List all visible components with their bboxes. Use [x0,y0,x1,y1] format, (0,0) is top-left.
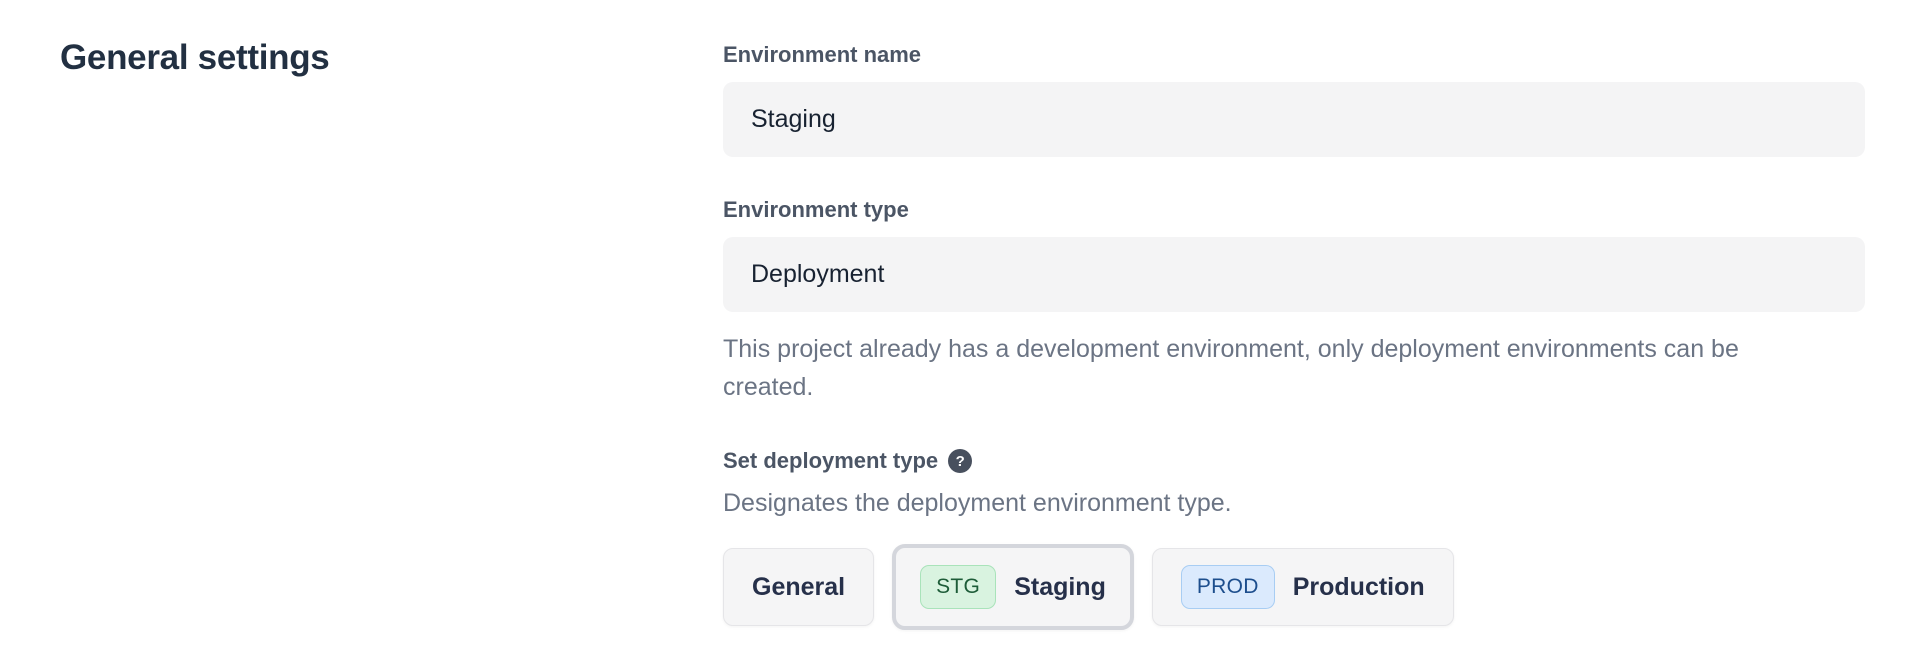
deployment-option-general-label: General [752,573,845,602]
environment-name-group: Environment name [723,42,1865,157]
deployment-option-staging-label: Staging [1014,573,1106,602]
deployment-type-label: Set deployment type [723,448,938,474]
settings-form: Environment name Environment type This p… [723,0,1916,652]
environment-type-label: Environment type [723,197,909,222]
page-title: General settings [60,38,723,78]
deployment-option-production[interactable]: PROD Production [1152,548,1454,626]
question-mark-icon[interactable]: ? [948,449,972,473]
settings-page: General settings Environment name Enviro… [0,0,1916,652]
deployment-option-staging[interactable]: STG Staging [892,544,1134,630]
stg-badge: STG [920,565,996,609]
environment-type-group: Environment type This project already ha… [723,197,1865,406]
environment-type-input[interactable] [723,237,1865,312]
deployment-type-group: Set deployment type ? Designates the dep… [723,448,1865,630]
environment-name-label: Environment name [723,42,921,67]
environment-name-input[interactable] [723,82,1865,157]
prod-badge: PROD [1181,565,1275,609]
deployment-option-general[interactable]: General [723,548,874,626]
deployment-type-description: Designates the deployment environment ty… [723,486,1865,520]
deployment-type-label-row: Set deployment type ? [723,448,1865,474]
environment-type-help-text: This project already has a development e… [723,330,1803,406]
deployment-type-options: General STG Staging PROD Production [723,544,1865,630]
settings-left-column: General settings [0,0,723,652]
deployment-option-production-label: Production [1293,573,1425,602]
